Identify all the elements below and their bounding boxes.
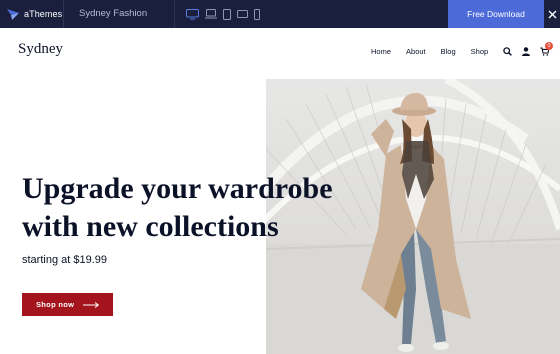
free-download-button[interactable]: Free Download: [448, 0, 544, 28]
desktop-icon[interactable]: [186, 8, 199, 20]
hero-title-line-2: with new collections: [22, 210, 279, 243]
mobile-icon[interactable]: [254, 8, 260, 20]
nav-home[interactable]: Home: [371, 47, 391, 56]
user-icon[interactable]: [522, 46, 530, 56]
arrow-right-icon: [83, 301, 100, 308]
close-icon[interactable]: [544, 0, 560, 28]
device-switcher: [186, 8, 266, 20]
athemes-brand[interactable]: aThemes: [6, 7, 62, 21]
brand-name: aThemes: [24, 9, 63, 19]
athemes-logo-icon: [7, 9, 19, 20]
laptop-icon[interactable]: [205, 8, 217, 20]
divider: [174, 0, 175, 28]
site-logo[interactable]: Sydney: [18, 41, 63, 58]
shop-now-label: Shop now: [36, 300, 75, 309]
header-icons: 0: [503, 41, 553, 57]
cart-count-badge: 0: [545, 41, 553, 50]
nav-shop[interactable]: Shop: [471, 47, 489, 56]
theme-name: Sydney Fashion: [79, 8, 148, 19]
tablet-landscape-icon[interactable]: [237, 8, 248, 20]
hero-subtitle: starting at $19.99: [22, 254, 108, 266]
nav-about[interactable]: About: [406, 47, 426, 56]
shop-now-button[interactable]: Shop now: [22, 293, 113, 316]
search-icon[interactable]: [503, 46, 512, 56]
hero-title-line-1: Upgrade your wardrobe: [22, 172, 333, 205]
main-nav: Home About Blog Shop: [371, 46, 488, 56]
cart-icon[interactable]: 0: [540, 41, 553, 56]
demo-topbar: aThemes Sydney Fashion Free Download: [0, 0, 560, 28]
tablet-icon[interactable]: [223, 8, 231, 20]
divider: [63, 0, 64, 28]
hero-title: Upgrade your wardrobe with new collectio…: [22, 170, 333, 246]
nav-blog[interactable]: Blog: [441, 47, 456, 56]
